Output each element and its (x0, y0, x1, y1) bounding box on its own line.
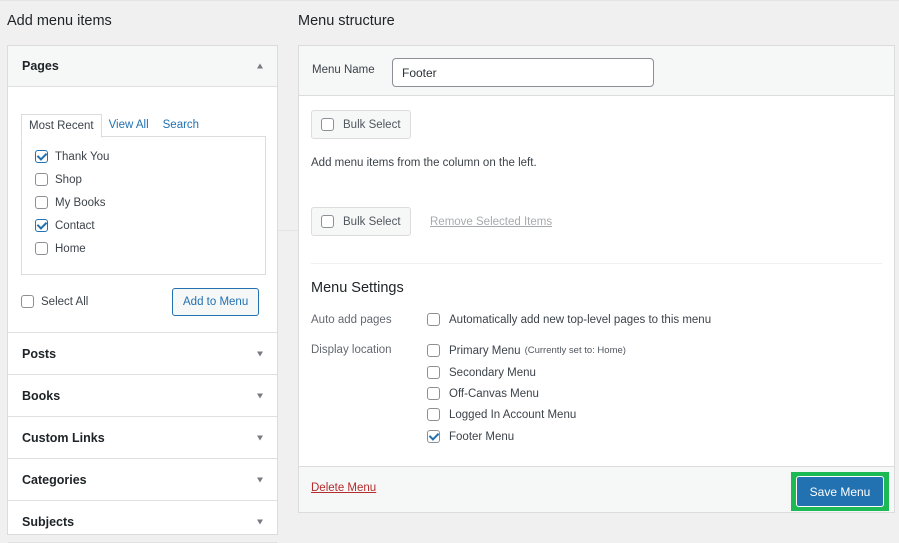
section-posts-header[interactable]: Posts (8, 333, 277, 375)
section-custom-links-header[interactable]: Custom Links (8, 417, 277, 459)
tab-search[interactable]: Search (156, 114, 206, 136)
remove-selected-items-link[interactable]: Remove Selected Items (430, 216, 552, 228)
add-menu-items-title: Add menu items (7, 13, 112, 29)
location-label: Footer Menu (449, 430, 515, 443)
delete-menu-link[interactable]: Delete Menu (311, 482, 376, 494)
triangle-down-icon[interactable] (257, 351, 263, 356)
page-label: Contact (55, 219, 95, 232)
menu-name-label: Menu Name (312, 64, 375, 76)
location-checkbox[interactable] (427, 387, 440, 400)
menu-header: Menu Name (299, 46, 894, 96)
triangle-down-icon[interactable] (257, 393, 263, 398)
location-secondary[interactable]: Secondary Menu (427, 366, 536, 379)
list-item[interactable]: Contact (35, 214, 109, 237)
auto-add-option-label: Automatically add new top-level pages to… (449, 313, 712, 326)
section-label: Books (22, 388, 61, 403)
location-label: Secondary Menu (449, 366, 536, 379)
bulk-select-button[interactable]: Bulk Select (311, 110, 411, 139)
select-all-label: Select All (41, 295, 89, 308)
section-label: Pages (22, 59, 59, 73)
location-primary[interactable]: Primary Menu (Currently set to: Home) (427, 344, 626, 357)
section-label: Custom Links (22, 430, 105, 445)
list-item[interactable]: My Books (35, 191, 109, 214)
list-item[interactable]: Shop (35, 168, 109, 191)
auto-add-checkbox[interactable] (427, 313, 440, 326)
menu-settings-title: Menu Settings (311, 280, 404, 296)
most-recent-panel: Thank You Shop My Books Contact Home (21, 136, 266, 275)
tab-most-recent[interactable]: Most Recent (21, 114, 102, 138)
list-item[interactable]: Thank You (35, 145, 109, 168)
tab-view-all[interactable]: View All (102, 114, 156, 136)
checkbox[interactable] (35, 242, 48, 255)
location-checkbox[interactable] (427, 344, 440, 357)
page-label: Shop (55, 173, 82, 186)
location-footer[interactable]: Footer Menu (427, 430, 514, 443)
location-checkbox-checked[interactable] (427, 430, 440, 443)
pages-checklist: Thank You Shop My Books Contact Home (35, 145, 109, 260)
section-categories-header[interactable]: Categories (8, 459, 277, 501)
select-all-checkbox[interactable] (21, 295, 34, 308)
pages-tabs: Most Recent View All Search (21, 114, 206, 138)
bulk-select-label: Bulk Select (343, 118, 401, 131)
section-label: Categories (22, 472, 87, 487)
bulk-select-checkbox[interactable] (321, 118, 334, 131)
save-menu-button[interactable]: Save Menu (796, 476, 884, 507)
checkbox[interactable] (35, 173, 48, 186)
triangle-down-icon[interactable] (257, 519, 263, 524)
location-checkbox[interactable] (427, 366, 440, 379)
section-pages-header[interactable]: Pages (8, 46, 277, 87)
checkbox[interactable] (35, 196, 48, 209)
section-books-header[interactable]: Books (8, 375, 277, 417)
bulk-select-label: Bulk Select (343, 215, 401, 228)
add-to-menu-button[interactable]: Add to Menu (172, 288, 260, 316)
display-location-label: Display location (311, 344, 392, 356)
checkbox-checked[interactable] (35, 219, 48, 232)
divider (278, 230, 298, 231)
checkbox-checked[interactable] (35, 150, 48, 163)
select-all[interactable]: Select All (21, 295, 88, 308)
menu-name-input[interactable] (392, 58, 654, 87)
add-menu-items-accordion: Pages Most Recent View All Search Thank … (7, 45, 278, 543)
bulk-select-checkbox[interactable] (321, 215, 334, 228)
location-logged-in-account[interactable]: Logged In Account Menu (427, 408, 576, 421)
top-border (0, 0, 899, 1)
menu-structure-panel: Menu Name Bulk Select Add menu items fro… (298, 45, 895, 513)
bulk-select-button[interactable]: Bulk Select (311, 207, 411, 236)
section-label: Posts (22, 346, 57, 361)
location-note: (Currently set to: Home) (524, 345, 626, 356)
auto-add-option[interactable]: Automatically add new top-level pages to… (427, 313, 711, 326)
page-label: Home (55, 242, 86, 255)
triangle-down-icon[interactable] (257, 435, 263, 440)
location-label: Logged In Account Menu (449, 408, 577, 421)
divider (311, 263, 882, 264)
location-checkbox[interactable] (427, 408, 440, 421)
triangle-up-icon[interactable] (257, 63, 263, 69)
section-pages-body: Most Recent View All Search Thank You Sh… (8, 87, 277, 333)
triangle-down-icon[interactable] (257, 477, 263, 482)
location-label: Off-Canvas Menu (449, 387, 539, 400)
page-label: Thank You (55, 150, 110, 163)
location-off-canvas[interactable]: Off-Canvas Menu (427, 387, 539, 400)
menu-structure-title: Menu structure (298, 13, 395, 29)
auto-add-pages-label: Auto add pages (311, 314, 392, 326)
instructions-text: Add menu items from the column on the le… (311, 157, 537, 169)
page-label: My Books (55, 196, 106, 209)
section-label: Subjects (22, 514, 75, 529)
location-label: Primary Menu (449, 344, 521, 357)
list-item[interactable]: Home (35, 237, 109, 260)
section-subjects-header[interactable]: Subjects (8, 501, 277, 543)
